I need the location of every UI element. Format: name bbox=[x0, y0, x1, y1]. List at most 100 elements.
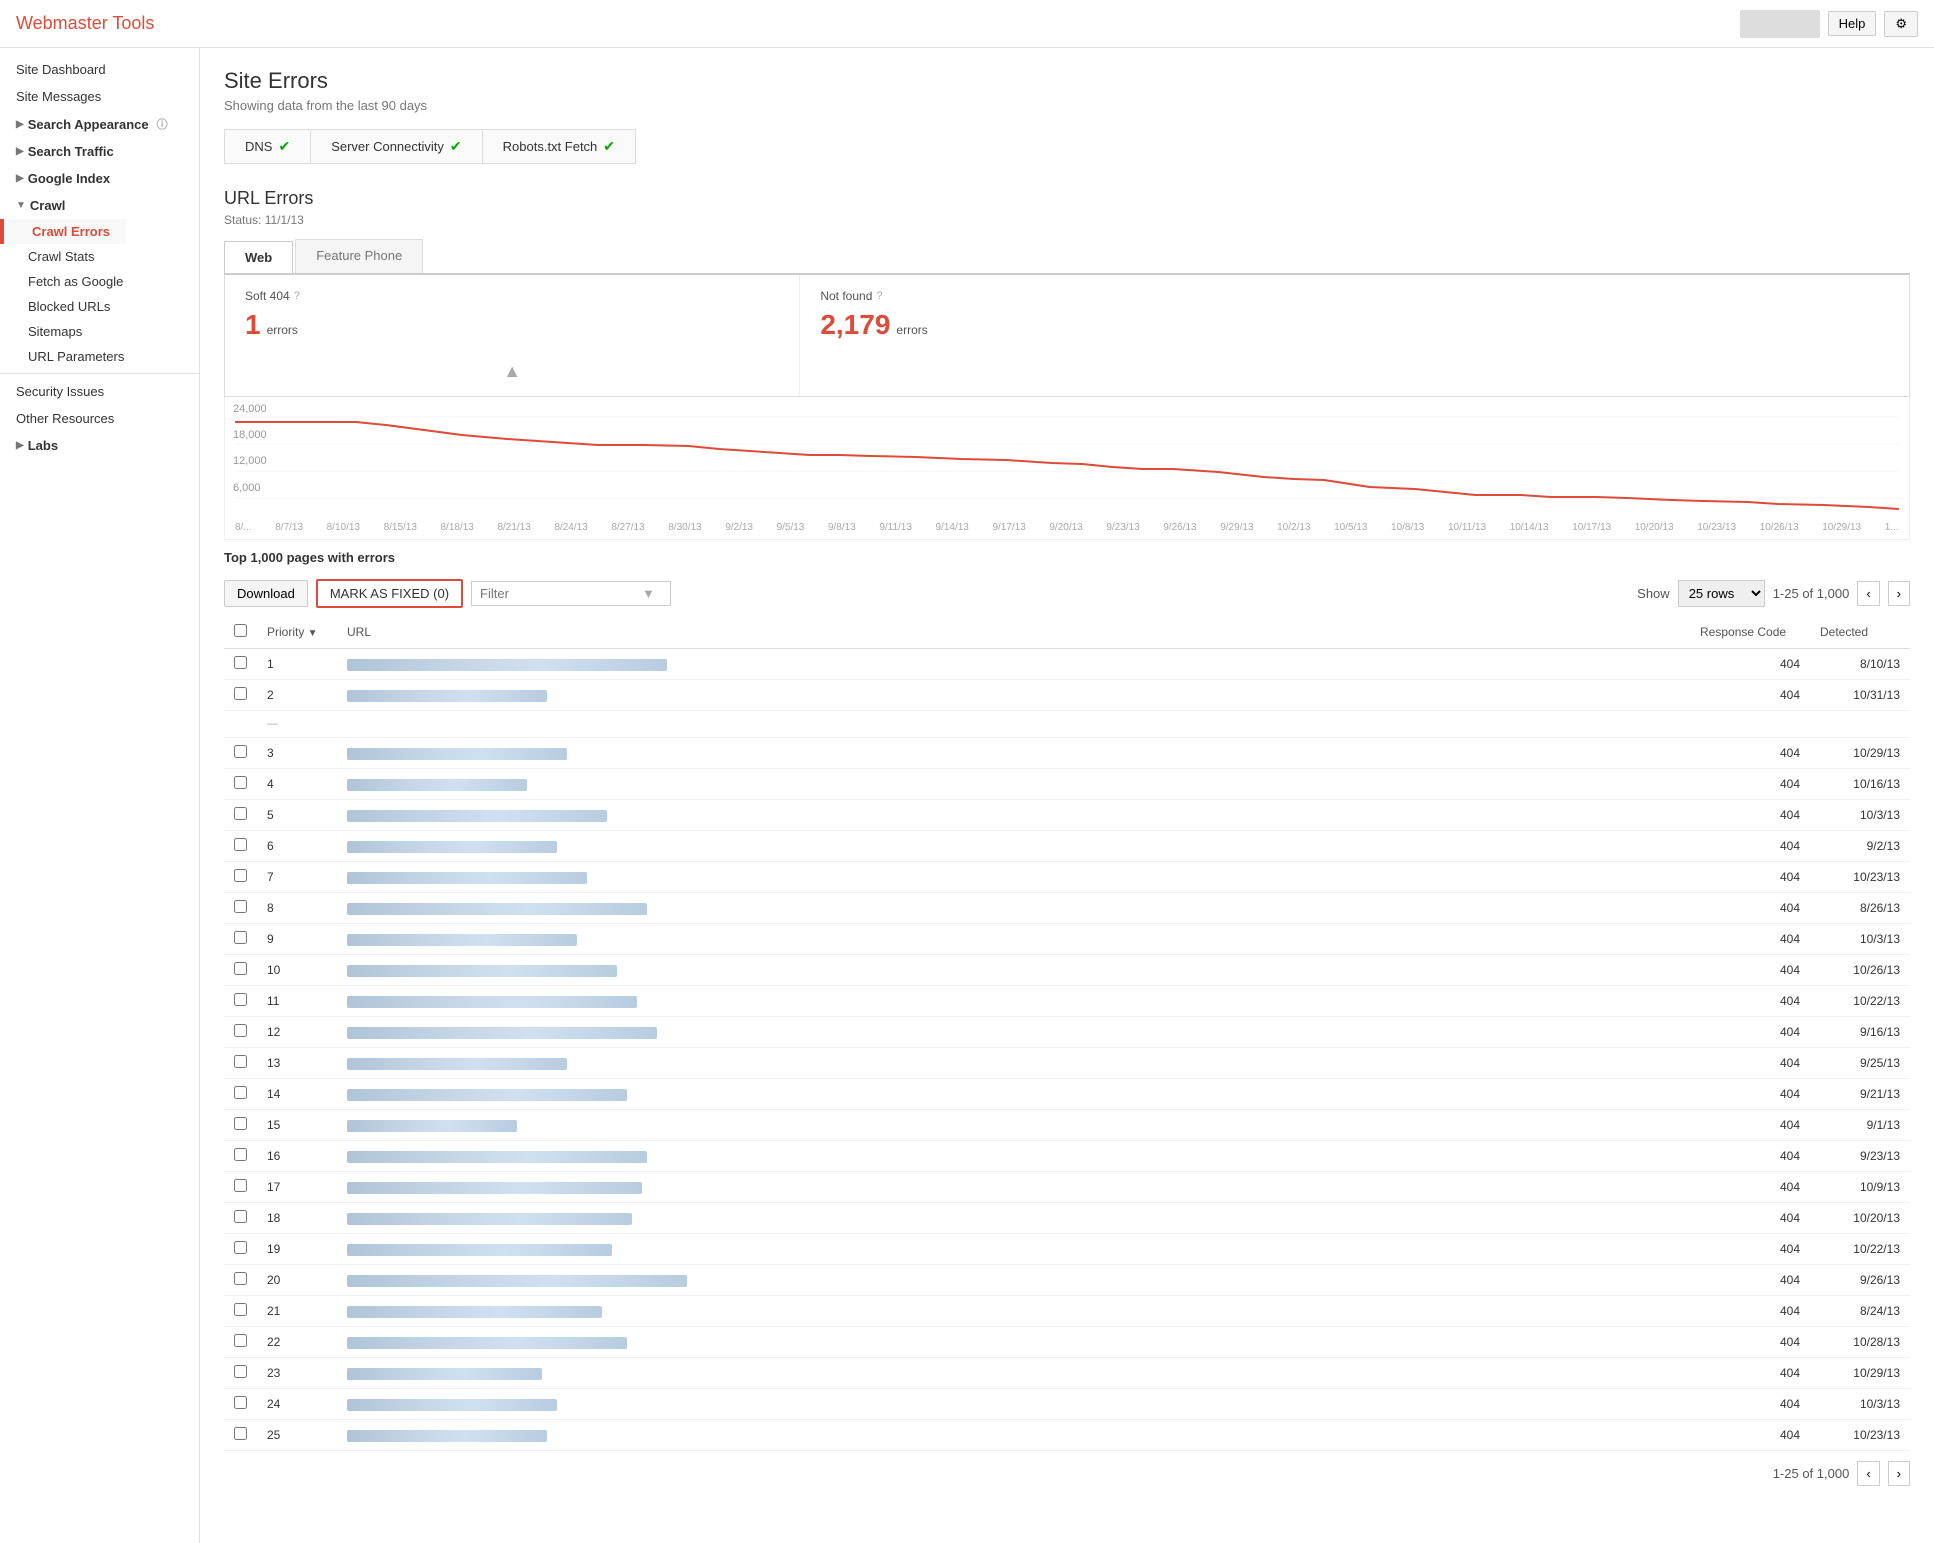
next-page-button[interactable]: › bbox=[1888, 581, 1910, 606]
row-priority: 7 bbox=[257, 862, 337, 893]
help-button[interactable]: Help bbox=[1828, 11, 1877, 36]
row-checkbox[interactable] bbox=[234, 807, 247, 820]
row-checkbox[interactable] bbox=[234, 1210, 247, 1223]
blurred-url-text[interactable] bbox=[347, 1368, 542, 1380]
blurred-url-text[interactable] bbox=[347, 872, 587, 884]
row-checkbox[interactable] bbox=[234, 1272, 247, 1285]
blurred-url-text[interactable] bbox=[347, 1337, 627, 1349]
blurred-url-text[interactable] bbox=[347, 1399, 557, 1411]
col-header-priority[interactable]: Priority ▼ bbox=[257, 616, 337, 649]
blurred-url-text[interactable] bbox=[347, 1275, 687, 1287]
sidebar-section-search-traffic[interactable]: ▶ Search Traffic bbox=[0, 138, 199, 165]
blurred-url-text[interactable] bbox=[347, 1244, 612, 1256]
sidebar-section-google-index[interactable]: ▶ Google Index bbox=[0, 165, 199, 192]
sidebar-item-url-parameters[interactable]: URL Parameters bbox=[0, 344, 199, 369]
blurred-url-text[interactable] bbox=[347, 1430, 547, 1442]
sidebar-item-site-dashboard[interactable]: Site Dashboard bbox=[0, 56, 199, 83]
tab-feature-phone[interactable]: Feature Phone bbox=[295, 239, 423, 273]
sidebar-item-crawl-errors[interactable]: Crawl Errors bbox=[0, 219, 126, 244]
blurred-url-text[interactable] bbox=[347, 1182, 642, 1194]
row-checkbox[interactable] bbox=[234, 1334, 247, 1347]
row-checkbox[interactable] bbox=[234, 1241, 247, 1254]
show-label: Show bbox=[1637, 586, 1670, 601]
blurred-url-text[interactable] bbox=[347, 1120, 517, 1132]
chart-y-24000: 24,000 bbox=[233, 403, 267, 415]
blurred-url-text[interactable] bbox=[347, 965, 617, 977]
row-checkbox[interactable] bbox=[234, 1396, 247, 1409]
blurred-url-text[interactable] bbox=[347, 903, 647, 915]
blurred-url-text[interactable] bbox=[347, 1151, 647, 1163]
sidebar-item-site-messages[interactable]: Site Messages bbox=[0, 83, 199, 110]
settings-button[interactable]: ⚙ bbox=[1884, 11, 1918, 37]
blurred-url-text[interactable] bbox=[347, 810, 607, 822]
bottom-next-button[interactable]: › bbox=[1888, 1461, 1910, 1486]
row-checkbox[interactable] bbox=[234, 1303, 247, 1316]
bottom-prev-button[interactable]: ‹ bbox=[1857, 1461, 1879, 1486]
row-checkbox[interactable] bbox=[234, 745, 247, 758]
blurred-url-text[interactable] bbox=[347, 996, 637, 1008]
blurred-url-text[interactable] bbox=[347, 1213, 632, 1225]
row-checkbox[interactable] bbox=[234, 687, 247, 700]
col-header-response-code: Response Code bbox=[1690, 616, 1810, 649]
row-checkbox[interactable] bbox=[234, 869, 247, 882]
status-tab-dns[interactable]: DNS ✔ bbox=[224, 129, 310, 164]
soft404-help-icon[interactable]: ? bbox=[294, 290, 300, 302]
blurred-url-text[interactable] bbox=[347, 841, 557, 853]
download-button[interactable]: Download bbox=[224, 580, 308, 607]
rows-per-page-select[interactable]: 25 rows 50 rows 100 rows bbox=[1678, 580, 1765, 607]
row-checkbox[interactable] bbox=[234, 962, 247, 975]
table-row: 6 404 9/2/13 bbox=[224, 831, 1910, 862]
row-priority: 8 bbox=[257, 893, 337, 924]
row-checkbox[interactable] bbox=[234, 931, 247, 944]
sidebar-item-security-issues[interactable]: Security Issues bbox=[0, 378, 199, 405]
blurred-url-text[interactable] bbox=[347, 659, 667, 671]
row-checkbox[interactable] bbox=[234, 838, 247, 851]
not-found-help-icon[interactable]: ? bbox=[876, 290, 882, 302]
blurred-url-text[interactable] bbox=[347, 690, 547, 702]
sidebar-item-fetch-as-google[interactable]: Fetch as Google bbox=[0, 269, 199, 294]
row-url bbox=[337, 1017, 1690, 1048]
table-row: 7 404 10/23/13 bbox=[224, 862, 1910, 893]
row-priority: 12 bbox=[257, 1017, 337, 1048]
row-checkbox[interactable] bbox=[234, 993, 247, 1006]
select-all-checkbox[interactable] bbox=[234, 624, 247, 637]
blurred-url-text[interactable] bbox=[347, 1306, 602, 1318]
row-response-code: 404 bbox=[1690, 769, 1810, 800]
row-checkbox[interactable] bbox=[234, 1365, 247, 1378]
sidebar-item-sitemaps[interactable]: Sitemaps bbox=[0, 319, 199, 344]
row-checkbox[interactable] bbox=[234, 1427, 247, 1440]
row-checkbox-cell bbox=[224, 893, 257, 924]
row-checkbox[interactable] bbox=[234, 776, 247, 789]
filter-input[interactable] bbox=[480, 586, 642, 601]
row-checkbox[interactable] bbox=[234, 1055, 247, 1068]
sidebar-item-crawl-stats[interactable]: Crawl Stats bbox=[0, 244, 199, 269]
row-checkbox-cell bbox=[224, 649, 257, 680]
prev-page-button[interactable]: ‹ bbox=[1857, 581, 1879, 606]
status-tab-robots-fetch[interactable]: Robots.txt Fetch ✔ bbox=[483, 129, 636, 164]
row-checkbox[interactable] bbox=[234, 1024, 247, 1037]
blurred-url-text[interactable] bbox=[347, 1027, 657, 1039]
blurred-url-text[interactable] bbox=[347, 1089, 627, 1101]
table-row: 16 404 9/23/13 bbox=[224, 1141, 1910, 1172]
row-priority: 2 bbox=[257, 680, 337, 711]
sidebar-divider bbox=[0, 373, 199, 374]
blurred-url-text[interactable] bbox=[347, 934, 577, 946]
sidebar-section-crawl[interactable]: ▼ Crawl bbox=[0, 192, 199, 219]
row-checkbox[interactable] bbox=[234, 1086, 247, 1099]
mark-as-fixed-button[interactable]: MARK AS FIXED (0) bbox=[316, 579, 463, 608]
blurred-url-text[interactable] bbox=[347, 1058, 567, 1070]
row-checkbox[interactable] bbox=[234, 900, 247, 913]
sidebar-section-search-appearance[interactable]: ▶ Search Appearance ⓘ bbox=[0, 110, 199, 138]
sidebar-section-labs[interactable]: ▶ Labs bbox=[0, 432, 199, 459]
error-type-tabs: Web Feature Phone bbox=[224, 239, 1910, 275]
sidebar-item-other-resources[interactable]: Other Resources bbox=[0, 405, 199, 432]
blurred-url-text[interactable] bbox=[347, 779, 527, 791]
sidebar-item-blocked-urls[interactable]: Blocked URLs bbox=[0, 294, 199, 319]
row-checkbox[interactable] bbox=[234, 1117, 247, 1130]
row-checkbox[interactable] bbox=[234, 656, 247, 669]
tab-web[interactable]: Web bbox=[224, 241, 293, 275]
blurred-url-text[interactable] bbox=[347, 748, 567, 760]
row-checkbox[interactable] bbox=[234, 1148, 247, 1161]
row-checkbox[interactable] bbox=[234, 1179, 247, 1192]
status-tab-server-connectivity[interactable]: Server Connectivity ✔ bbox=[310, 129, 482, 164]
